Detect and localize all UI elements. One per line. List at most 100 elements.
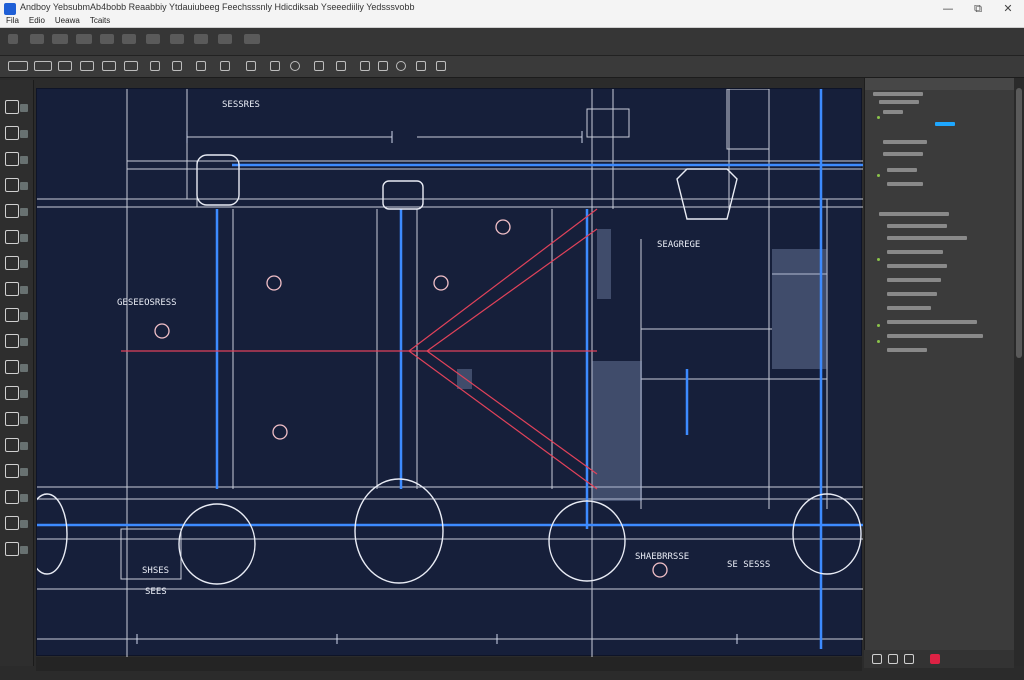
tool-icon-13[interactable] (314, 61, 324, 71)
fillet-tool-icon[interactable] (5, 516, 19, 530)
tool-icon-7[interactable] (172, 61, 182, 71)
extend-tool-icon[interactable] (5, 464, 19, 478)
arc-tool-icon[interactable] (5, 178, 19, 192)
tree-item[interactable] (887, 292, 937, 296)
tree-item[interactable] (887, 278, 941, 282)
panel-scrollbar[interactable] (1014, 78, 1024, 666)
tool-variant-icon[interactable] (20, 442, 28, 450)
panel-tool-icon[interactable] (904, 654, 914, 664)
ribbon-tab-5[interactable] (122, 34, 136, 44)
tool-variant-icon[interactable] (20, 546, 28, 554)
offset-tool-icon[interactable] (5, 490, 19, 504)
selected-layer-swatch[interactable] (935, 122, 955, 126)
rectangle-tool-icon[interactable] (5, 204, 19, 218)
rotate-tool-icon[interactable] (5, 360, 19, 374)
tool-variant-icon[interactable] (20, 234, 28, 242)
circle-tool-icon[interactable] (5, 152, 19, 166)
hatch-tool-icon[interactable] (5, 230, 19, 244)
tool-variant-icon[interactable] (20, 390, 28, 398)
tool-icon-3[interactable] (80, 61, 94, 71)
tool-variant-icon[interactable] (20, 286, 28, 294)
maximize-button[interactable]: ⧉ (968, 2, 988, 16)
tree-item[interactable] (887, 306, 931, 310)
tool-variant-icon[interactable] (20, 130, 28, 138)
tool-variant-icon[interactable] (20, 364, 28, 372)
minimize-button[interactable]: — (938, 2, 958, 15)
layer-dropdown[interactable] (8, 61, 28, 71)
ribbon-tab-7[interactable] (170, 34, 184, 44)
menu-file[interactable]: Fila (6, 16, 19, 25)
tool-icon-8[interactable] (196, 61, 206, 71)
tool-variant-icon[interactable] (20, 260, 28, 268)
ribbon-tab-10[interactable] (244, 34, 260, 44)
tool-variant-icon[interactable] (20, 312, 28, 320)
close-button[interactable]: ✕ (998, 2, 1018, 15)
tree-item[interactable] (883, 110, 903, 114)
mirror-tool-icon[interactable] (5, 386, 19, 400)
ribbon-tab-1[interactable] (30, 34, 44, 44)
tool-icon-16[interactable] (378, 61, 388, 71)
tool-variant-icon[interactable] (20, 494, 28, 502)
ribbon-icon-home[interactable] (8, 34, 18, 44)
array-tool-icon[interactable] (5, 542, 19, 556)
tree-item[interactable] (887, 182, 923, 186)
ribbon-tab-4[interactable] (100, 34, 114, 44)
tool-icon-11[interactable] (270, 61, 280, 71)
tool-icon-2[interactable] (58, 61, 72, 71)
copy-tool-icon[interactable] (5, 334, 19, 348)
tool-icon-14[interactable] (336, 61, 346, 71)
tool-variant-icon[interactable] (20, 104, 28, 112)
tree-item[interactable] (887, 334, 983, 338)
scroll-thumb[interactable] (1016, 88, 1022, 358)
ribbon-tab-3[interactable] (76, 34, 92, 44)
tool-variant-icon[interactable] (20, 156, 28, 164)
menu-tools[interactable]: Tcaits (90, 16, 110, 25)
tool-icon-6[interactable] (150, 61, 160, 71)
tree-item[interactable] (887, 236, 967, 240)
tool-icon-18[interactable] (416, 61, 426, 71)
polyline-tool-icon[interactable] (5, 126, 19, 140)
tool-variant-icon[interactable] (20, 416, 28, 424)
menu-edit[interactable]: Edio (29, 16, 45, 25)
tool-variant-icon[interactable] (20, 208, 28, 216)
tree-item[interactable] (873, 92, 923, 96)
tool-variant-icon[interactable] (20, 520, 28, 528)
dimension-tool-icon[interactable] (5, 282, 19, 296)
ribbon-tab-6[interactable] (146, 34, 160, 44)
tool-icon-5[interactable] (124, 61, 138, 71)
tool-icon-12[interactable] (290, 61, 300, 71)
scale-tool-icon[interactable] (5, 412, 19, 426)
tool-icon-15[interactable] (360, 61, 370, 71)
tool-icon-1[interactable] (34, 61, 52, 71)
menu-view[interactable]: Ueawa (55, 16, 80, 25)
tree-item[interactable] (887, 168, 917, 172)
text-tool-icon[interactable] (5, 256, 19, 270)
trim-tool-icon[interactable] (5, 438, 19, 452)
tree-item[interactable] (887, 224, 947, 228)
drawing-canvas[interactable]: SESSRES GESEEOSRESS SEAGREGE SHAEBRRSSE … (36, 88, 863, 657)
tool-variant-icon[interactable] (20, 468, 28, 476)
tool-variant-icon[interactable] (20, 338, 28, 346)
panel-tool-icon[interactable] (888, 654, 898, 664)
move-tool-icon[interactable] (5, 308, 19, 322)
tool-icon-9[interactable] (220, 61, 230, 71)
tree-item[interactable] (883, 140, 927, 144)
tree-item[interactable] (883, 152, 923, 156)
tree-item[interactable] (887, 264, 947, 268)
tool-icon-17[interactable] (396, 61, 406, 71)
tree-item[interactable] (887, 320, 977, 324)
blueprint-drawing[interactable]: SESSRES GESEEOSRESS SEAGREGE SHAEBRRSSE … (37, 89, 863, 657)
ribbon-tab-8[interactable] (194, 34, 208, 44)
ribbon-tab-2[interactable] (52, 34, 68, 44)
tool-icon-4[interactable] (102, 61, 116, 71)
ribbon-tab-9[interactable] (218, 34, 232, 44)
panel-tool-icon[interactable] (872, 654, 882, 664)
tree-item[interactable] (879, 212, 949, 216)
tree-item[interactable] (879, 100, 919, 104)
tool-icon-19[interactable] (436, 61, 446, 71)
panel-active-icon[interactable] (930, 654, 940, 664)
tool-variant-icon[interactable] (20, 182, 28, 190)
line-tool-icon[interactable] (5, 100, 19, 114)
tree-item[interactable] (887, 348, 927, 352)
tree-item[interactable] (887, 250, 943, 254)
